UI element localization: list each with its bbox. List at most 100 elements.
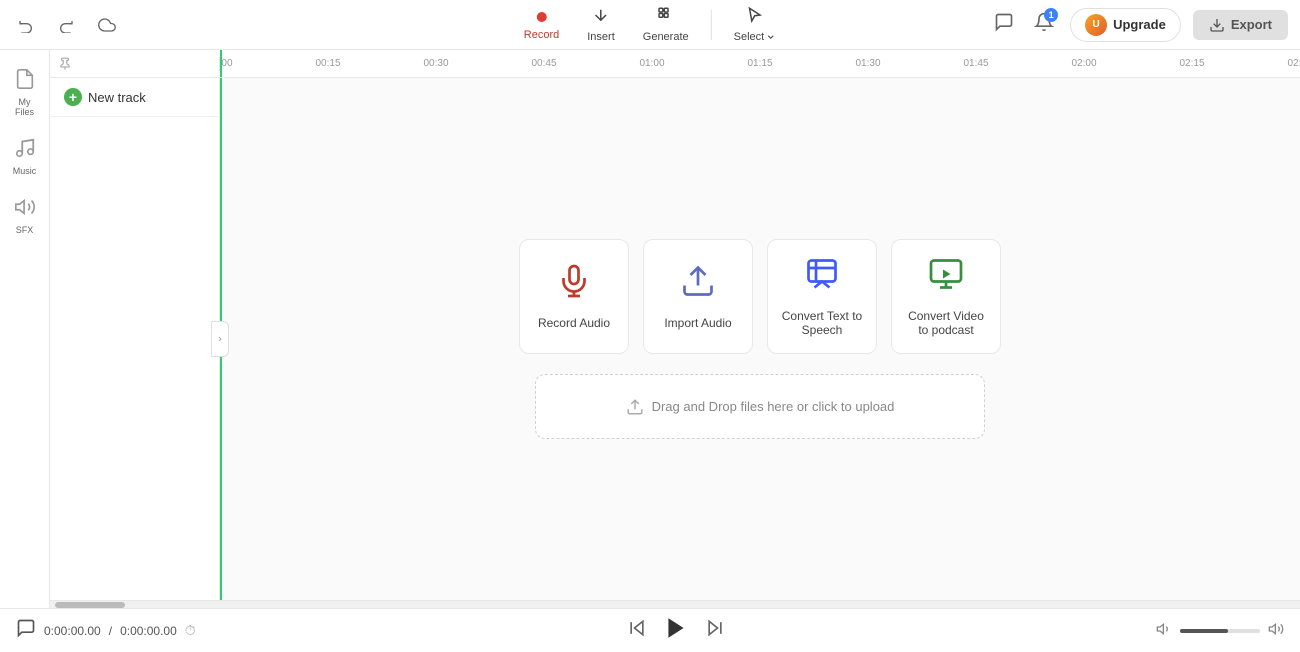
record-tool-button[interactable]: Record [514,5,569,45]
new-track-button[interactable]: + New track [50,78,219,117]
playback-controls [627,615,725,647]
select-icon [746,6,764,29]
drop-zone[interactable]: Drag and Drop files here or click to upl… [535,374,985,439]
chevron-right-icon [216,332,224,346]
import-audio-card[interactable]: Import Audio [643,239,753,354]
volume-max-icon [1268,621,1284,640]
time-display: 0:00:00.00 / 0:00:00.00 ⏱ [16,618,196,643]
timer-settings-button[interactable]: ⏱ [185,622,196,639]
convert-tts-card[interactable]: Convert Text to Speech [767,239,877,354]
toolbar-center: Record Insert Generate Select [514,2,786,47]
action-cards-row: Record Audio Import Audio [519,239,1001,354]
collapse-sidebar-button[interactable] [211,321,229,357]
volume-fill [1180,629,1228,633]
music-icon [14,137,36,164]
convert-video-card-icon [928,256,964,299]
volume-low-icon [1156,621,1172,637]
generate-tool-button[interactable]: Generate [633,2,699,47]
ruler-tick: 01:30 [855,58,880,69]
left-sidebar: My Files Music SFX [0,50,50,608]
select-label: Select [734,31,765,43]
ruler-tick: 02:15 [1179,58,1204,69]
track-labels: + New track [50,78,220,600]
generate-icon [657,6,675,29]
ruler-tick: 00:15 [315,58,340,69]
record-audio-card[interactable]: Record Audio [519,239,629,354]
tracks-container: + New track [50,78,1300,600]
volume-controls [1156,621,1284,640]
sidebar-item-music-label: Music [13,166,37,176]
select-tool-button[interactable]: Select [724,2,787,47]
export-label: Export [1231,17,1272,32]
tracks-scrollbar[interactable] [50,600,1300,608]
insert-tool-button[interactable]: Insert [577,2,625,47]
my-files-icon [14,68,36,95]
record-audio-card-label: Record Audio [538,316,610,330]
insert-label: Insert [587,31,615,43]
volume-high-icon [1268,621,1284,637]
notification-button[interactable]: 1 [1030,8,1058,41]
drop-zone-label: Drag and Drop files here or click to upl… [652,399,895,414]
fast-forward-button[interactable] [705,618,725,643]
sfx-icon [14,196,36,223]
sidebar-item-my-files[interactable]: My Files [3,60,47,125]
timeline-ruler: 00:0000:1500:3000:4501:0001:1501:3001:45… [50,50,1300,78]
toolbar-divider [711,10,712,40]
record-label: Record [524,29,559,41]
sidebar-item-my-files-label: My Files [9,97,41,117]
notification-badge: 1 [1044,8,1058,22]
convert-video-card[interactable]: Convert Video to podcast [891,239,1001,354]
record-audio-card-icon [556,263,592,306]
ruler-tick: 00:45 [531,58,556,69]
ruler-tick: 02:00 [1071,58,1096,69]
ruler-tick: 01:00 [639,58,664,69]
user-avatar: U [1085,14,1107,36]
redo-button[interactable] [52,13,80,37]
sidebar-item-music[interactable]: Music [3,129,47,184]
volume-slider[interactable] [1180,629,1260,633]
nav-controls [12,12,122,38]
play-icon [663,615,689,641]
total-time: 0:00:00.00 [120,624,177,638]
convert-video-card-label: Convert Video to podcast [902,309,990,337]
record-icon [537,9,547,27]
plus-circle-icon: + [64,88,82,106]
main-area: My Files Music SFX [0,50,1300,608]
chat-bottom-icon [16,618,36,638]
play-button[interactable] [663,615,689,647]
center-panel: Record Audio Import Audio [510,239,1010,439]
rewind-button[interactable] [627,618,647,643]
chat-icon [994,12,1014,32]
chat-button[interactable] [990,8,1018,41]
ruler-tick: 01:45 [963,58,988,69]
sidebar-item-sfx-label: SFX [16,225,34,235]
cloud-save-button[interactable] [92,12,122,38]
upgrade-label: Upgrade [1113,17,1166,32]
time-separator: / [109,624,112,638]
chat-bottom-button[interactable] [16,618,36,643]
track-content-area: Record Audio Import Audio [220,78,1300,600]
ruler-ticks: 00:0000:1500:3000:4501:0001:1501:3001:45… [220,50,1300,77]
current-time: 0:00:00.00 [44,624,101,638]
convert-tts-card-label: Convert Text to Speech [778,309,866,337]
top-bar-right: 1 U Upgrade Export [990,8,1288,42]
ruler-left-space [50,57,220,71]
undo-icon [18,17,34,33]
track-area: 00:0000:1500:3000:4501:0001:1501:3001:45… [50,50,1300,608]
bottom-bar: 0:00:00.00 / 0:00:00.00 ⏱ [0,608,1300,652]
ruler-tick: 01:15 [747,58,772,69]
export-button[interactable]: Export [1193,10,1288,40]
upgrade-button[interactable]: U Upgrade [1070,8,1181,42]
insert-icon [592,6,610,29]
undo-button[interactable] [12,13,40,37]
pin-icon [58,57,72,71]
chevron-down-icon [766,32,776,42]
redo-icon [58,17,74,33]
top-bar: Record Insert Generate Select [0,0,1300,50]
cloud-icon [98,16,116,34]
ruler-tick: 02:30 [1287,58,1300,69]
scrollbar-thumb[interactable] [55,602,125,608]
fast-forward-icon [705,618,725,638]
ruler-tick: 00:30 [423,58,448,69]
sidebar-item-sfx[interactable]: SFX [3,188,47,243]
